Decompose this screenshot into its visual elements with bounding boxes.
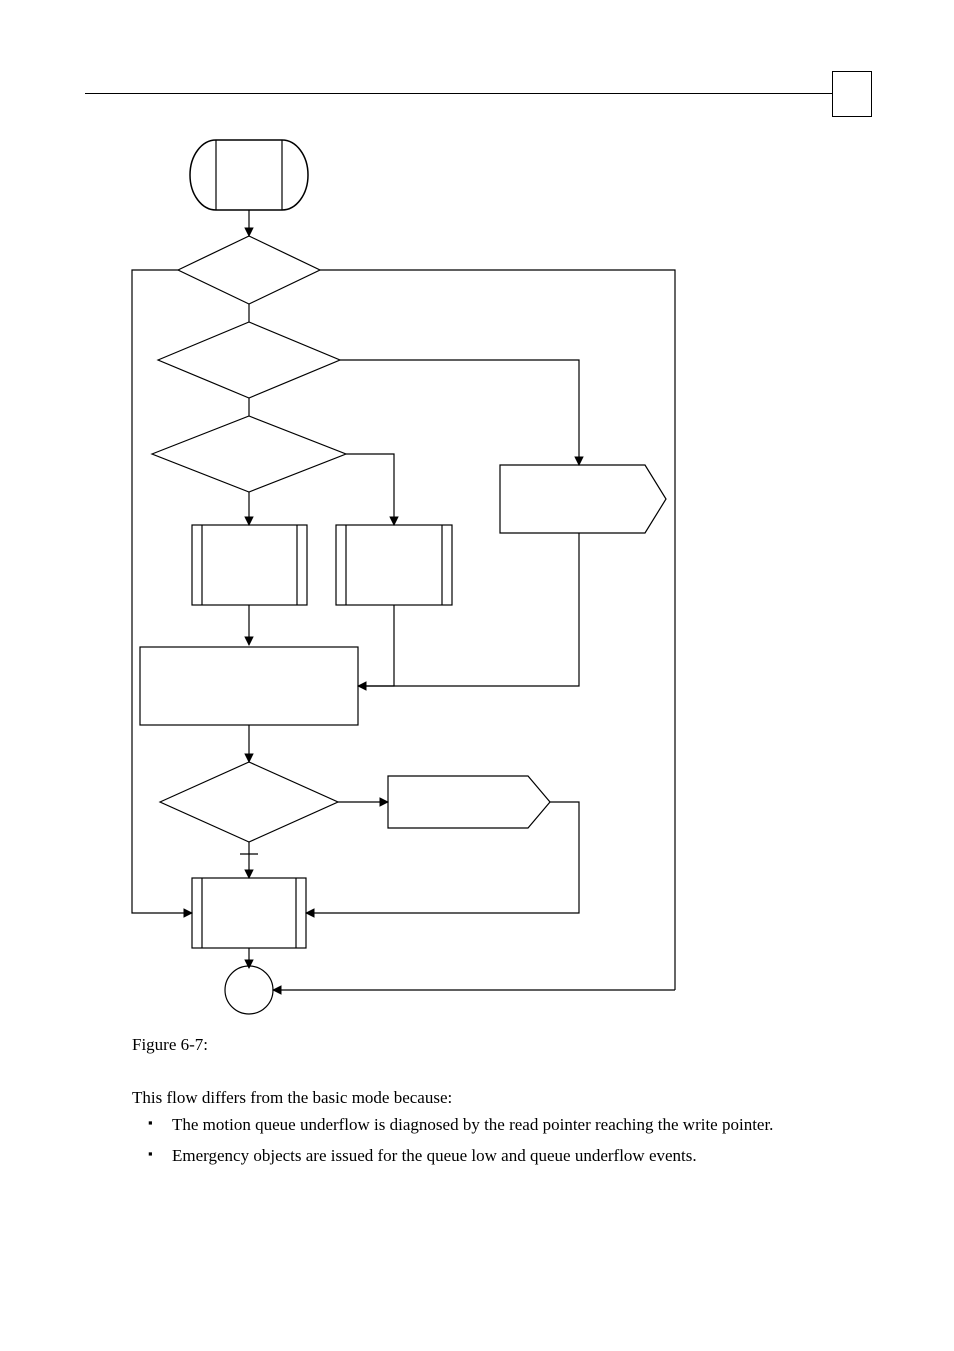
decision-4: [160, 762, 338, 842]
edge-procmid-to-box: [358, 605, 394, 686]
intro-paragraph: This flow differs from the basic mode be…: [132, 1088, 854, 1108]
edge-left-loop: [132, 270, 192, 913]
terminator-start: [190, 140, 308, 210]
predef-proc-mid: [336, 525, 452, 605]
header-rule: [85, 93, 869, 94]
decision-1: [178, 236, 320, 304]
edge-cardbot-to-proc: [306, 802, 579, 913]
flowchart-svg: [120, 130, 840, 1020]
long-right-line: [320, 270, 675, 990]
card-right: [500, 465, 666, 533]
edge-d4-down: [240, 842, 258, 878]
flowchart: [120, 130, 840, 1020]
predef-proc-bottom: [192, 878, 306, 948]
process-wide: [140, 647, 358, 725]
edge-d3-right: [346, 454, 394, 525]
figure-caption: Figure 6-7:: [132, 1035, 854, 1055]
decision-2: [158, 322, 340, 398]
connector-circle: [225, 966, 273, 1014]
bullet-list: The motion queue underflow is diagnosed …: [132, 1114, 854, 1176]
card-bottom: [388, 776, 550, 828]
edge-card-to-box: [358, 533, 579, 686]
list-item: Emergency objects are issued for the que…: [132, 1145, 854, 1168]
list-item: The motion queue underflow is diagnosed …: [132, 1114, 854, 1137]
decision-3: [152, 416, 346, 492]
edge-d2-right: [340, 360, 579, 465]
predef-proc-left: [192, 525, 307, 605]
page-number-box: [832, 71, 872, 117]
page: Figure 6-7: This flow differs from the b…: [0, 0, 954, 1351]
